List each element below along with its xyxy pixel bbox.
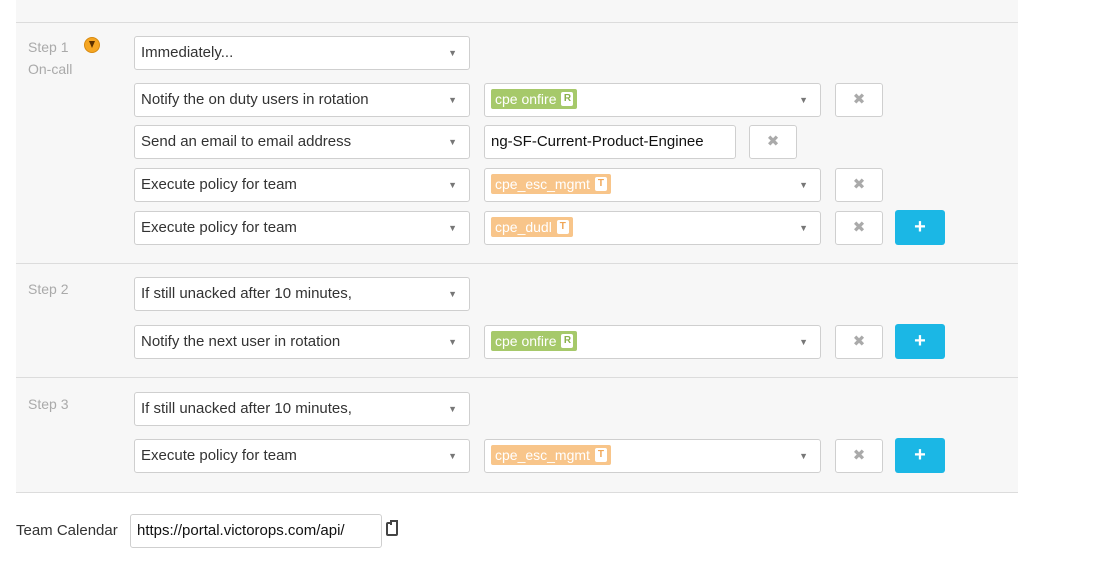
step-1-trigger-value: Immediately...: [141, 44, 234, 61]
plus-icon: +: [914, 216, 926, 238]
action-value: Execute policy for team: [141, 447, 297, 464]
step-1-label: Step 1: [28, 39, 69, 55]
tag-label: cpe_dudl: [495, 219, 552, 236]
step-2-label: Step 2: [28, 281, 69, 297]
close-icon: ✖: [852, 91, 866, 108]
step-1-action-1-target-select[interactable]: cpe onfire R ▼: [484, 83, 821, 117]
tag-label: cpe onfire: [495, 91, 557, 108]
dropdown-arrow-icon: ▼: [799, 95, 808, 105]
rotation-tag: cpe onfire R: [491, 331, 578, 352]
step-2-action-1-select[interactable]: Notify the next user in rotation ▼: [134, 325, 470, 359]
rotation-badge: R: [561, 334, 574, 349]
step-1-action-1-select[interactable]: Notify the on duty users in rotation ▼: [134, 83, 470, 117]
team-tag: cpe_esc_mgmt T: [491, 445, 611, 466]
step-3-action-1-select[interactable]: Execute policy for team ▼: [134, 439, 470, 473]
tag-label: cpe_esc_mgmt: [495, 447, 590, 464]
step-2-trigger-select[interactable]: If still unacked after 10 minutes, ▼: [134, 277, 470, 311]
tag-label: cpe_esc_mgmt: [495, 176, 590, 193]
team-calendar-label: Team Calendar: [16, 522, 118, 539]
team-tag: cpe_esc_mgmt T: [491, 174, 611, 195]
dropdown-arrow-icon: ▼: [448, 95, 457, 105]
divider-step-3: [16, 377, 1018, 378]
dropdown-arrow-icon: ▼: [799, 337, 808, 347]
dropdown-arrow-icon: ▼: [799, 180, 808, 190]
team-tag: cpe_dudl T: [491, 217, 573, 238]
action-value: Send an email to email address: [141, 133, 352, 150]
dropdown-arrow-icon: ▼: [799, 451, 808, 461]
plus-icon: +: [914, 444, 926, 466]
action-value: Notify the on duty users in rotation: [141, 91, 369, 108]
dropdown-arrow-icon: ▼: [448, 48, 457, 58]
email-address-input[interactable]: ng-SF-Current-Product-Enginee: [484, 125, 736, 159]
clipboard-icon[interactable]: [386, 520, 398, 536]
step-1-action-3-target-select[interactable]: cpe_esc_mgmt T ▼: [484, 168, 821, 202]
step-3-trigger-value: If still unacked after 10 minutes,: [141, 400, 352, 417]
step-1-trigger-select[interactable]: Immediately... ▼: [134, 36, 470, 70]
divider-top: [16, 22, 1018, 23]
remove-action-button[interactable]: ✖: [835, 211, 883, 245]
rotation-tag: cpe onfire R: [491, 89, 578, 110]
add-action-button[interactable]: +: [895, 438, 945, 473]
close-icon: ✖: [852, 219, 866, 236]
team-badge: T: [594, 448, 607, 463]
close-icon: ✖: [852, 447, 866, 464]
remove-action-button[interactable]: ✖: [835, 439, 883, 473]
divider-bottom: [16, 492, 1018, 493]
dropdown-arrow-icon: ▼: [448, 337, 457, 347]
tag-label: cpe onfire: [495, 333, 557, 350]
step-2-trigger-value: If still unacked after 10 minutes,: [141, 285, 352, 302]
dropdown-arrow-icon: ▼: [448, 451, 457, 461]
remove-action-button[interactable]: ✖: [835, 168, 883, 202]
remove-action-button[interactable]: ✖: [835, 83, 883, 117]
close-icon: ✖: [852, 176, 866, 193]
close-icon: ✖: [852, 333, 866, 350]
action-value: Execute policy for team: [141, 176, 297, 193]
step-1-action-4-select[interactable]: Execute policy for team ▼: [134, 211, 470, 245]
divider-step-2: [16, 263, 1018, 264]
action-value: Execute policy for team: [141, 219, 297, 236]
dropdown-arrow-icon: ▼: [448, 180, 457, 190]
step-2-action-1-target-select[interactable]: cpe onfire R ▼: [484, 325, 821, 359]
dropdown-arrow-icon: ▼: [799, 223, 808, 233]
remove-action-button[interactable]: ✖: [749, 125, 797, 159]
plus-icon: +: [914, 330, 926, 352]
team-calendar-url-input[interactable]: https://portal.victorops.com/api/: [130, 514, 382, 548]
step-1-sublabel: On-call: [28, 61, 73, 77]
team-badge: T: [556, 220, 569, 235]
add-action-button[interactable]: +: [895, 324, 945, 359]
rotation-badge: R: [561, 92, 574, 107]
team-badge: T: [594, 177, 607, 192]
step-3-label: Step 3: [28, 396, 69, 412]
step-3-action-1-target-select[interactable]: cpe_esc_mgmt T ▼: [484, 439, 821, 473]
step-1-action-2-select[interactable]: Send an email to email address ▼: [134, 125, 470, 159]
on-call-fire-icon: [84, 37, 100, 53]
step-1-action-3-select[interactable]: Execute policy for team ▼: [134, 168, 470, 202]
dropdown-arrow-icon: ▼: [448, 137, 457, 147]
close-icon: ✖: [766, 133, 780, 150]
dropdown-arrow-icon: ▼: [448, 404, 457, 414]
dropdown-arrow-icon: ▼: [448, 289, 457, 299]
step-1-action-4-target-select[interactable]: cpe_dudl T ▼: [484, 211, 821, 245]
action-value: Notify the next user in rotation: [141, 333, 341, 350]
remove-action-button[interactable]: ✖: [835, 325, 883, 359]
step-3-trigger-select[interactable]: If still unacked after 10 minutes, ▼: [134, 392, 470, 426]
dropdown-arrow-icon: ▼: [448, 223, 457, 233]
add-action-button[interactable]: +: [895, 210, 945, 245]
